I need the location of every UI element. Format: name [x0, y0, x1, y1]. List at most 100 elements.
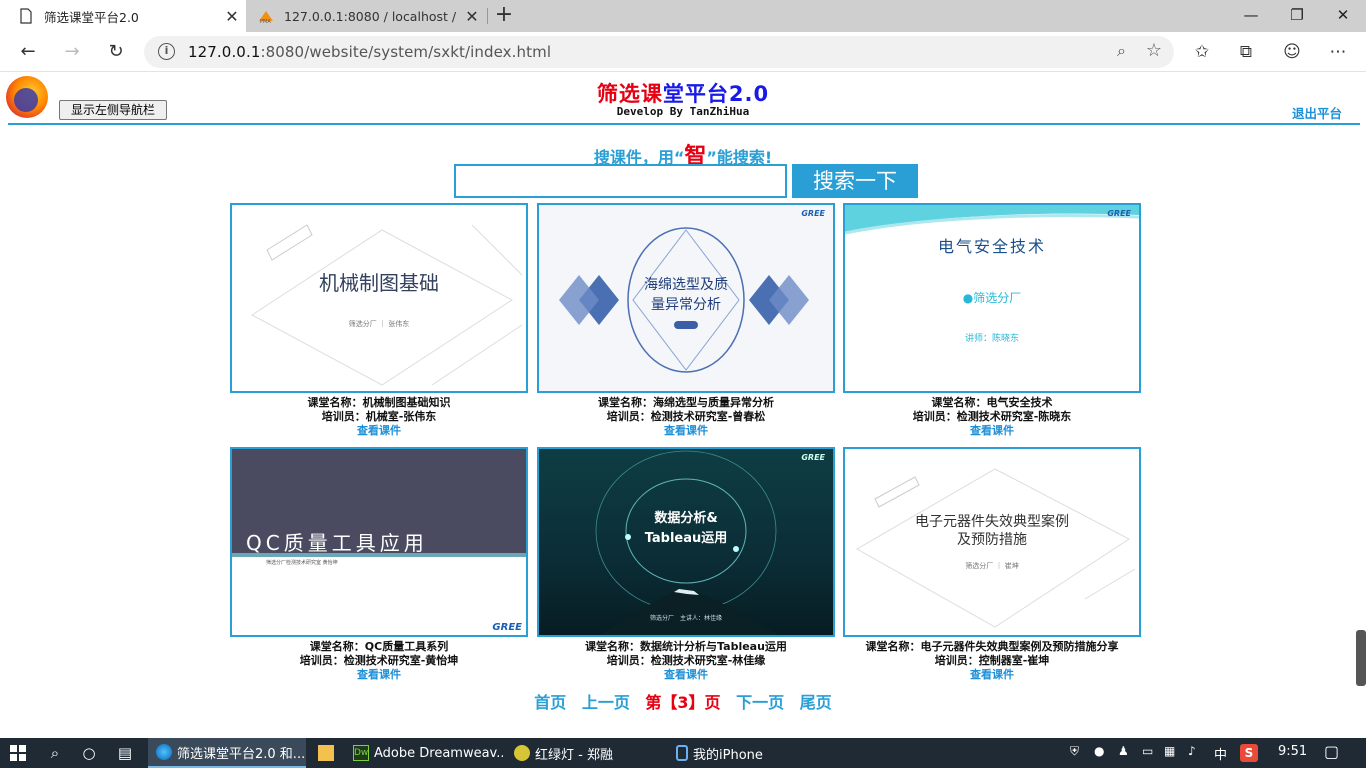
- course-trainer: 培训员：检测技术研究室-曾春松: [606, 410, 766, 423]
- course-thumbnail[interactable]: QC质量工具应用 筛选分厂检测技术研究室 黄怡坤 GREE: [230, 447, 528, 637]
- qq-icon[interactable]: ♟: [1118, 744, 1129, 758]
- course-name: 课堂名称：电子元器件失效典型案例及预防措施分享: [865, 640, 1119, 653]
- course-thumbnail[interactable]: 机械制图基础 筛选分厂 ｜ 张伟东: [230, 203, 528, 393]
- course-name: 课堂名称：数据统计分析与Tableau运用: [585, 640, 787, 653]
- view-courseware-link[interactable]: 查看课件: [537, 424, 835, 438]
- gree-logo: GREE: [1107, 209, 1131, 218]
- pagination: 首页 上一页 第【3】页 下一页 尾页: [0, 689, 1366, 713]
- course-trainer: 培训员：控制器室-崔坤: [934, 654, 1050, 667]
- tab-phpmyadmin[interactable]: PMA 127.0.0.1:8080 / localhost / sxkt / …: [250, 0, 486, 32]
- favorites-icon[interactable]: ✩: [1190, 40, 1214, 64]
- taskbar-app-label: 我的iPhone: [693, 747, 763, 763]
- notification-icon[interactable]: ▢: [1324, 742, 1339, 761]
- taskbar-app-explorer[interactable]: [310, 738, 348, 768]
- tab-strip: 筛选课堂平台2.0 ✕ PMA 127.0.0.1:8080 / localho…: [0, 0, 1366, 32]
- search-input[interactable]: [454, 164, 787, 198]
- tab-separator: [487, 8, 488, 24]
- clock-time[interactable]: 9:51: [1278, 744, 1307, 759]
- edge-icon: [156, 744, 172, 760]
- current-page: 第【3】页: [645, 693, 721, 712]
- developer-credit: Develop By TanZhiHua: [616, 105, 750, 118]
- gree-logo: GREE: [492, 622, 522, 633]
- back-icon[interactable]: ←: [14, 38, 42, 66]
- phone-icon: [676, 745, 688, 761]
- view-courseware-link[interactable]: 查看课件: [537, 668, 835, 682]
- zoom-icon[interactable]: ⌕: [1117, 41, 1126, 61]
- taskbar-app-edge[interactable]: 筛选课堂平台2.0 和...: [148, 738, 306, 768]
- course-trainer: 培训员：检测技术研究室-陈晓东: [912, 410, 1072, 423]
- course-name: 课堂名称：海绵选型与质量异常分析: [598, 396, 774, 409]
- course-name: 课堂名称：电气安全技术: [931, 396, 1053, 409]
- network-icon[interactable]: ▦: [1164, 744, 1175, 758]
- course-thumbnail[interactable]: 电子元器件失效典型案例 及预防措施 筛选分厂 ｜ 崔坤: [843, 447, 1141, 637]
- windows-start-icon[interactable]: [10, 745, 26, 761]
- scrollbar-thumb[interactable]: [1356, 630, 1366, 686]
- collections-icon[interactable]: ⧉: [1234, 40, 1258, 64]
- minimize-icon[interactable]: —: [1228, 0, 1274, 32]
- view-courseware-link[interactable]: 查看课件: [843, 668, 1141, 682]
- tray-app-icon[interactable]: ●: [1094, 744, 1104, 758]
- taskbar-app-iphone[interactable]: 我的iPhone: [668, 738, 820, 768]
- course-meta: 课堂名称：电子元器件失效典型案例及预防措施分享 培训员：控制器室-崔坤 查看课件: [843, 640, 1141, 682]
- thumbnail-title: 电子元器件失效典型案例: [915, 514, 1069, 530]
- site-info-icon[interactable]: i: [158, 43, 175, 60]
- navigation-bar: ← → ↻ i 127.0.0.1:8080/website/system/sx…: [0, 32, 1366, 72]
- tab-title: 127.0.0.1:8080 / localhost / sxkt /: [284, 8, 458, 24]
- close-tab-icon[interactable]: ✕: [218, 7, 246, 26]
- forward-icon[interactable]: →: [58, 38, 86, 66]
- sogou-ime-icon[interactable]: S: [1240, 744, 1258, 762]
- more-menu-icon[interactable]: ⋯: [1326, 40, 1350, 64]
- course-meta: 课堂名称：机械制图基础知识 培训员：机械室-张伟东 查看课件: [230, 396, 528, 438]
- page-icon: [20, 8, 32, 24]
- taskbar-app-dreamweaver[interactable]: Dw Adobe Dreamweav...: [345, 738, 503, 768]
- course-thumbnail[interactable]: GREE 电气安全技术 ●筛选分厂 讲师：陈晓东: [843, 203, 1141, 393]
- thumbnail-title: 电气安全技术: [937, 237, 1046, 256]
- add-favorite-icon[interactable]: ☆: [1146, 40, 1162, 61]
- cortana-icon[interactable]: ○: [78, 742, 100, 764]
- search-button[interactable]: 搜索一下: [792, 164, 918, 198]
- thumbnail-title-line2: Tableau运用: [644, 531, 728, 546]
- course-trainer: 培训员：检测技术研究室-林佳缘: [606, 654, 766, 667]
- url-text[interactable]: 127.0.0.1:8080/website/system/sxkt/index…: [188, 43, 551, 61]
- restore-icon[interactable]: ❐: [1274, 0, 1320, 32]
- course-trainer: 培训员：检测技术研究室-黄怡坤: [299, 654, 459, 667]
- tab-active[interactable]: 筛选课堂平台2.0 ✕: [0, 0, 246, 32]
- input-method-indicator[interactable]: 中: [1214, 744, 1227, 763]
- search-icon[interactable]: ⌕: [44, 742, 66, 764]
- thumbnail-subtitle: ●筛选分厂: [962, 291, 1022, 305]
- next-page-link[interactable]: 下一页: [736, 693, 784, 712]
- view-courseware-link[interactable]: 查看课件: [230, 424, 528, 438]
- logout-link[interactable]: 退出平台: [1292, 103, 1342, 122]
- new-tab-icon[interactable]: +: [492, 4, 516, 28]
- security-shield-icon[interactable]: ⛨: [1070, 744, 1079, 759]
- course-thumbnail[interactable]: GREE 数据分析& Tableau运用 筛选分厂 主讲人：林佳缘: [537, 447, 835, 637]
- view-courseware-link[interactable]: 查看课件: [843, 424, 1141, 438]
- battery-icon[interactable]: ▭: [1142, 744, 1153, 758]
- dreamweaver-icon: Dw: [353, 745, 369, 761]
- taskbar-app-music[interactable]: 红绿灯 - 郑融: [506, 738, 658, 768]
- thumbnail-decoration: [251, 224, 523, 386]
- thumbnail-subtitle: 筛选分厂 主讲人：林佳缘: [649, 615, 722, 622]
- close-window-icon[interactable]: ✕: [1320, 0, 1366, 32]
- volume-icon[interactable]: ♪: [1188, 744, 1196, 758]
- folder-icon: [318, 745, 334, 761]
- profile-owl-icon[interactable]: ☺: [1280, 40, 1304, 64]
- first-page-link[interactable]: 首页: [534, 693, 566, 712]
- thumbnail-title: 机械制图基础: [319, 271, 439, 295]
- course-thumbnail[interactable]: GREE 海绵选型及质量异常分析: [537, 203, 835, 393]
- last-page-link[interactable]: 尾页: [800, 693, 832, 712]
- thumbnail-title: QC质量工具应用: [246, 531, 428, 555]
- refresh-icon[interactable]: ↻: [102, 38, 130, 66]
- view-courseware-link[interactable]: 查看课件: [230, 668, 528, 682]
- task-view-icon[interactable]: ▤: [114, 742, 136, 764]
- taskbar: ⌕ ○ ▤ 筛选课堂平台2.0 和... Dw Adobe Dreamweav.…: [0, 738, 1366, 768]
- svg-text:PMA: PMA: [260, 19, 271, 24]
- course-meta: 课堂名称：电气安全技术 培训员：检测技术研究室-陈晓东 查看课件: [843, 396, 1141, 438]
- taskbar-app-label: 筛选课堂平台2.0 和...: [177, 746, 306, 762]
- course-meta: 课堂名称：QC质量工具系列 培训员：检测技术研究室-黄怡坤 查看课件: [230, 640, 528, 682]
- thumbnail-subtitle: 筛选分厂 ｜ 崔坤: [965, 562, 1019, 570]
- prev-page-link[interactable]: 上一页: [582, 693, 630, 712]
- course-meta: 课堂名称：海绵选型与质量异常分析 培训员：检测技术研究室-曾春松 查看课件: [537, 396, 835, 438]
- address-bar[interactable]: i 127.0.0.1:8080/website/system/sxkt/ind…: [144, 36, 1174, 68]
- close-tab-icon[interactable]: ✕: [458, 7, 486, 26]
